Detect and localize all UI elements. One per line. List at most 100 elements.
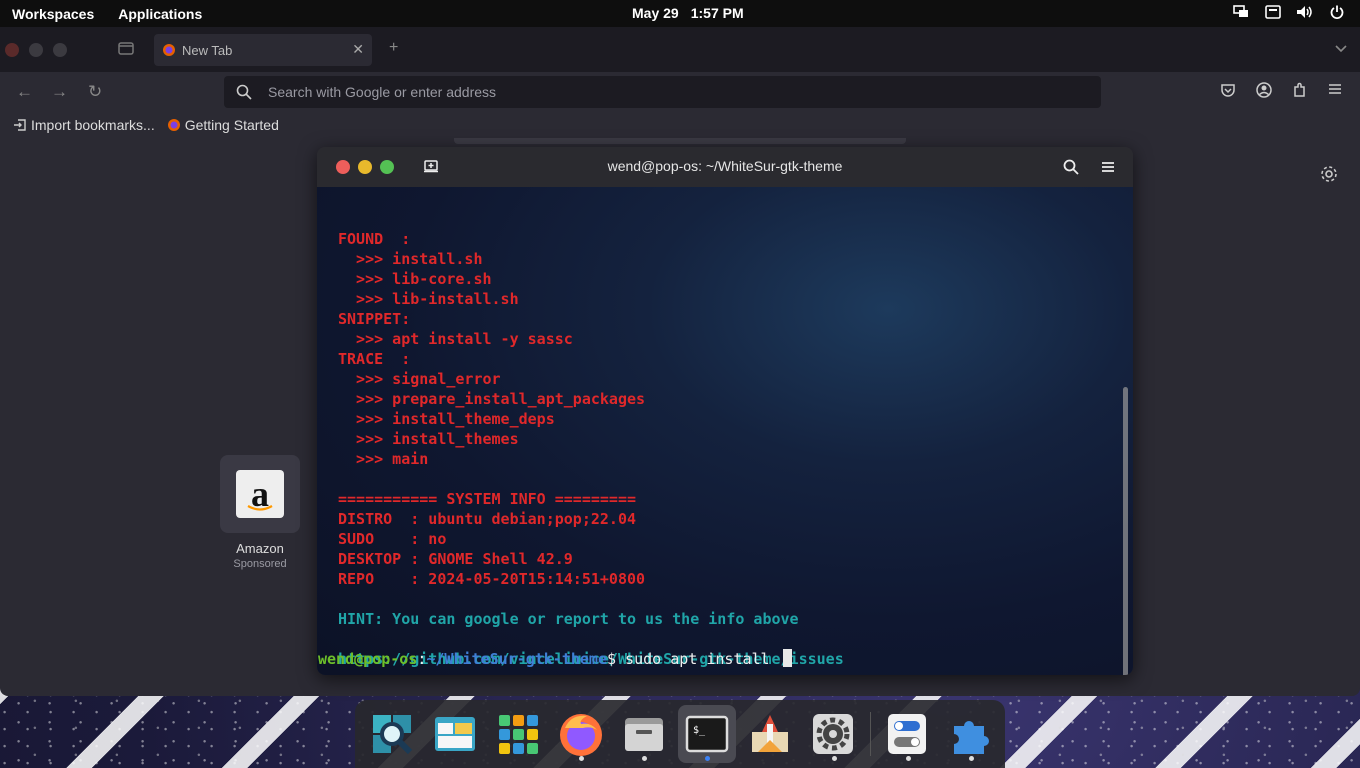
terminal-line: >>> lib-core.sh: [338, 270, 492, 288]
running-indicator: [968, 756, 974, 761]
dock-separator: [869, 712, 871, 756]
amazon-tile[interactable]: a: [220, 455, 300, 533]
terminal-line: SNIPPET:: [338, 310, 411, 328]
extensions-icon: [954, 721, 990, 754]
terminal-search-icon[interactable]: [1063, 159, 1079, 180]
typed-command: sudo apt install: [616, 650, 779, 668]
import-bookmarks-link[interactable]: Import bookmarks...: [13, 117, 155, 133]
terminal-line: >>> prepare_install_apt_packages: [338, 390, 646, 408]
import-bookmarks-label: Import bookmarks...: [31, 117, 155, 133]
terminal-title: wend@pop-os: ~/WhiteSur-gtk-theme: [607, 158, 843, 174]
terminal-line: >>> install.sh: [338, 250, 483, 268]
tweaks-icon: [888, 714, 927, 754]
magnifier-icon: [372, 715, 412, 755]
shortcut-amazon[interactable]: a Amazon Sponsored: [220, 455, 300, 570]
dock-app-settings[interactable]: [805, 705, 862, 763]
browser-minimize-button[interactable]: [29, 42, 43, 57]
firefox-tab-icon: [163, 44, 175, 56]
shortcut-sponsored: Sponsored: [233, 558, 287, 570]
import-icon: [14, 119, 26, 131]
hamburger-menu-icon[interactable]: [1328, 82, 1342, 101]
dock-app-firefox[interactable]: [552, 705, 609, 763]
tab-bar: New Tab ✕ +: [0, 27, 1360, 72]
extensions-puzzle-icon[interactable]: [1292, 82, 1308, 103]
browser-maximize-button[interactable]: [53, 42, 67, 57]
terminal-line: DISTRO : ubuntu debian;pop;22.04: [338, 510, 637, 528]
dock-app-terminal[interactable]: $_: [678, 705, 736, 763]
dock-app-grid[interactable]: [489, 705, 546, 763]
shop-icon: [752, 715, 789, 752]
terminal-lines: FOUND : >>> install.sh >>> lib-core.sh >…: [338, 229, 1133, 669]
new-tab-button[interactable]: +: [389, 39, 398, 57]
getting-started-label: Getting Started: [184, 117, 279, 133]
terminal-line: REPO : 2024-05-20T15:14:51+0800: [338, 570, 646, 588]
workspaces-button[interactable]: Workspaces: [12, 6, 94, 22]
settings-icon: [813, 714, 854, 754]
keyboard-icon[interactable]: [1264, 4, 1282, 20]
terminal-line: >>> apt install -y sassc: [338, 330, 573, 348]
terminal-line: >>> signal_error: [338, 370, 501, 388]
navigation-toolbar: ← → ↻ Search with Google or enter addres…: [0, 72, 1360, 112]
terminal-line: >>> install_theme_deps: [338, 410, 555, 428]
terminal-output[interactable]: FOUND : >>> install.sh >>> lib-core.sh >…: [317, 187, 1133, 675]
clock-time: 1:57 PM: [690, 5, 744, 21]
tab-close-icon[interactable]: ✕: [352, 41, 364, 58]
running-indicator: [705, 756, 711, 761]
settings-gear-icon[interactable]: [1320, 165, 1338, 188]
prompt-dollar: $: [607, 650, 617, 668]
dock-app-files[interactable]: [615, 705, 672, 763]
account-icon[interactable]: [1256, 82, 1272, 103]
shortcut-name: Amazon: [236, 541, 284, 556]
dock-app-tweaks[interactable]: [879, 705, 936, 763]
firefox-view-icon[interactable]: [118, 41, 134, 60]
terminal-prompt-line[interactable]: wend@pop-os:~/WhiteSur-gtk-theme$ sudo a…: [318, 649, 792, 669]
tab-new-tab[interactable]: New Tab ✕: [154, 34, 372, 66]
address-bar[interactable]: Search with Google or enter address: [224, 76, 1101, 108]
firefox-icon: [559, 714, 602, 756]
dock-app-search[interactable]: [363, 705, 420, 763]
terminal-headerbar[interactable]: wend@pop-os: ~/WhiteSur-gtk-theme: [317, 147, 1133, 187]
files-icon: [624, 718, 663, 751]
browser-close-button[interactable]: [5, 42, 19, 57]
amazon-logo-icon: a: [236, 470, 284, 518]
forward-arrow-icon[interactable]: →: [51, 83, 68, 101]
firefox-bookmark-icon: [167, 119, 180, 131]
app-grid-icon: [498, 715, 538, 754]
power-icon[interactable]: [1328, 4, 1346, 20]
running-indicator: [905, 756, 911, 761]
dock-app-extensions[interactable]: [942, 705, 999, 763]
terminal-line: =========== SYSTEM INFO =========: [338, 490, 637, 508]
terminal-line: >>> install_themes: [338, 430, 519, 448]
terminal-line: >>> lib-install.sh: [338, 290, 519, 308]
terminal-icon: $_: [685, 715, 729, 753]
applications-button[interactable]: Applications: [118, 6, 202, 22]
window-manager-icon: [434, 717, 475, 751]
back-arrow-icon[interactable]: ←: [16, 83, 33, 101]
top-panel: Workspaces Applications May 29 1:57 PM: [0, 0, 1360, 27]
reload-icon[interactable]: ↻: [88, 83, 102, 101]
dock-app-window-manager[interactable]: [426, 705, 483, 763]
terminal-line: HINT: You can google or report to us the…: [338, 610, 799, 628]
terminal-line: TRACE :: [338, 350, 411, 368]
terminal-line: DESKTOP : GNOME Shell 42.9: [338, 550, 573, 568]
terminal-menu-icon[interactable]: [1102, 160, 1114, 178]
terminal-line: FOUND :: [338, 230, 411, 248]
pocket-icon[interactable]: [1220, 82, 1236, 103]
clock[interactable]: May 29 1:57 PM: [632, 5, 744, 21]
page-top-strip: [454, 138, 906, 144]
getting-started-link[interactable]: Getting Started: [167, 117, 279, 133]
bookmarks-toolbar: Import bookmarks... Getting Started: [0, 112, 1360, 138]
tab-label: New Tab: [182, 42, 233, 58]
running-indicator: [642, 756, 648, 761]
volume-icon[interactable]: [1296, 4, 1314, 20]
dock-app-shop[interactable]: [742, 705, 799, 763]
display-icon[interactable]: [1232, 4, 1250, 20]
terminal-line: SUDO : no: [338, 530, 447, 548]
list-tabs-chevron-icon[interactable]: [1334, 40, 1348, 58]
terminal-scrollbar[interactable]: [1123, 387, 1128, 675]
svg-text:$_: $_: [693, 725, 706, 736]
prompt-user-host: wend@pop-os: [318, 650, 418, 668]
